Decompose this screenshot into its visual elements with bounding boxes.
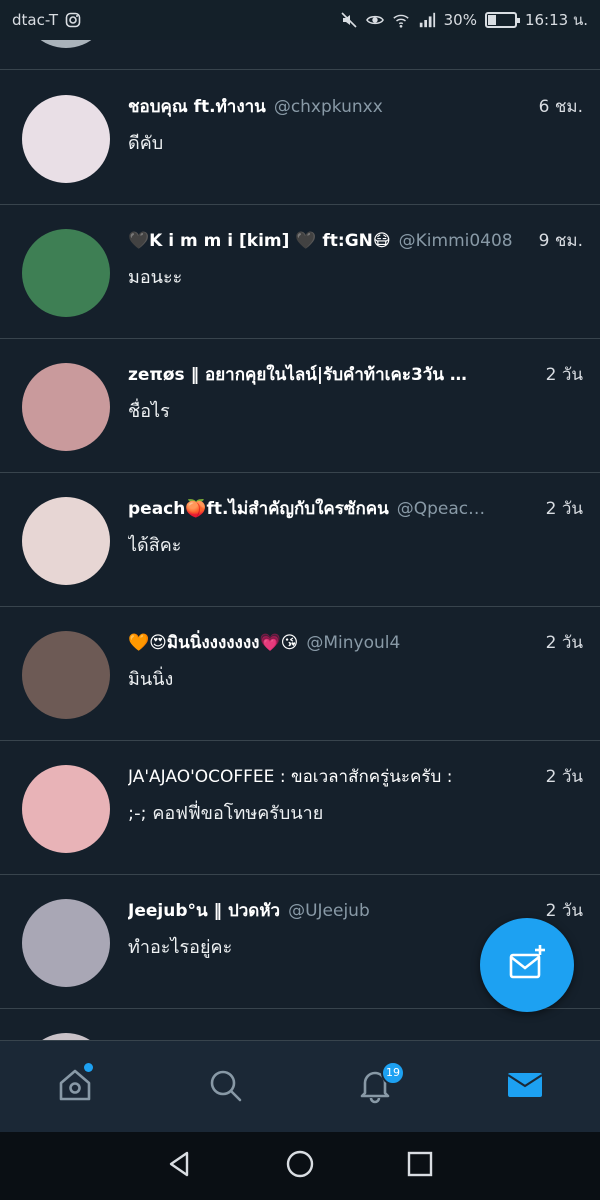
list-item[interactable] bbox=[0, 40, 600, 70]
list-item[interactable]: zeπøs ‖ อยากคุยในไลน์|รับคำท้าเคะ3วัน … … bbox=[0, 339, 600, 473]
back-icon[interactable] bbox=[165, 1149, 195, 1183]
list-item[interactable]: JA'AJAO'OCOFFEE : ขอเวลาสักครู่นะครับ : … bbox=[0, 741, 600, 875]
avatar bbox=[22, 40, 110, 48]
sender-handle: @Kimmi0408 bbox=[398, 231, 513, 251]
message-preview: ได้สิคะ bbox=[128, 535, 182, 556]
wifi-icon bbox=[392, 11, 410, 29]
avatar bbox=[22, 95, 110, 183]
conversation-list[interactable]: ชอบคุณ ft.ทำงาน @chxpkunxx 6 ชม. ดีคับ 🖤… bbox=[0, 40, 600, 1040]
system-nav-bar bbox=[0, 1132, 600, 1200]
message-time: 2 วัน bbox=[545, 767, 583, 787]
mute-icon bbox=[340, 11, 358, 29]
message-time: 2 วัน bbox=[545, 499, 583, 519]
bottom-tab-bar: 19 bbox=[0, 1040, 600, 1132]
sender-handle: @Minyoul4 bbox=[306, 633, 401, 653]
list-item[interactable]: ชอบคุณ ft.ทำงาน @chxpkunxx 6 ชม. ดีคับ bbox=[0, 71, 600, 205]
sender-name: 🖤K i m m i [kim] 🖤 ft:GN😷 bbox=[128, 231, 391, 251]
avatar bbox=[22, 229, 110, 317]
battery-percent: 30% bbox=[443, 11, 477, 29]
battery-icon bbox=[484, 12, 520, 28]
sender-name: peach🍑ft.ไม่สำคัญกับใครซักคน bbox=[128, 499, 389, 519]
tab-home[interactable] bbox=[0, 1041, 150, 1133]
signal-icon bbox=[418, 11, 436, 29]
avatar bbox=[22, 899, 110, 987]
tab-search[interactable] bbox=[150, 1041, 300, 1133]
notifications-badge: 19 bbox=[381, 1060, 405, 1085]
tab-notifications[interactable]: 19 bbox=[300, 1041, 450, 1133]
new-message-button[interactable] bbox=[480, 918, 574, 1012]
message-time: 9 ชม. bbox=[538, 231, 583, 251]
sender-name: ชอบคุณ ft.ทำงาน bbox=[128, 97, 266, 117]
clock: 16:13 น. bbox=[524, 11, 588, 29]
avatar bbox=[22, 363, 110, 451]
sender-handle: @chxpkunxx bbox=[273, 97, 383, 117]
sender-name: zeπøs ‖ อยากคุยในไลน์|รับคำท้าเคะ3วัน … bbox=[128, 365, 467, 385]
compose-mail-icon bbox=[507, 943, 547, 987]
home-new-dot bbox=[84, 1062, 93, 1072]
avatar bbox=[22, 765, 110, 853]
sender-handle: @Qpeac… bbox=[396, 499, 486, 519]
mail-icon bbox=[505, 1065, 545, 1109]
message-time: 2 วัน bbox=[545, 365, 583, 385]
search-icon bbox=[205, 1065, 245, 1109]
message-time: 6 ชม. bbox=[538, 97, 583, 117]
message-preview: มินนิ่ง bbox=[128, 669, 174, 690]
message-preview: มอนะะ bbox=[128, 267, 183, 288]
avatar bbox=[22, 631, 110, 719]
sender-handle: @UJeejub bbox=[288, 901, 370, 921]
avatar bbox=[22, 1033, 110, 1040]
list-item[interactable]: 🧡😍มินนิ่งงงงงงง💗😘 @Minyoul4 2 วัน มินนิ่… bbox=[0, 607, 600, 741]
list-item[interactable]: peach🍑ft.ไม่สำคัญกับใครซักคน @Qpeac… 2 ว… bbox=[0, 473, 600, 607]
eye-icon bbox=[365, 11, 384, 29]
tab-messages[interactable] bbox=[450, 1041, 600, 1133]
avatar bbox=[22, 497, 110, 585]
home-circle-icon[interactable] bbox=[285, 1149, 315, 1183]
list-item[interactable] bbox=[0, 1009, 600, 1040]
instagram-icon bbox=[64, 11, 82, 29]
message-preview: ชื่อไร bbox=[128, 401, 170, 422]
sender-name: 🧡😍มินนิ่งงงงงงง💗😘 bbox=[128, 633, 299, 653]
message-preview: ;-; คอฟฟี่ขอโทษครับนาย bbox=[128, 803, 324, 824]
message-time: 2 วัน bbox=[545, 633, 583, 653]
message-preview: ดีคับ bbox=[128, 133, 164, 154]
list-item[interactable]: 🖤K i m m i [kim] 🖤 ft:GN😷 @Kimmi0408 9 ช… bbox=[0, 205, 600, 339]
sender-name: Jeejub°น ‖ ปวดหัว bbox=[128, 901, 281, 921]
recents-icon[interactable] bbox=[405, 1149, 435, 1183]
status-bar: dtac-T 30% 16:13 น. bbox=[0, 0, 600, 40]
sender-name: JA'AJAO'OCOFFEE : ขอเวลาสักครู่นะครับ : bbox=[128, 767, 453, 787]
carrier-label: dtac-T bbox=[12, 11, 59, 29]
